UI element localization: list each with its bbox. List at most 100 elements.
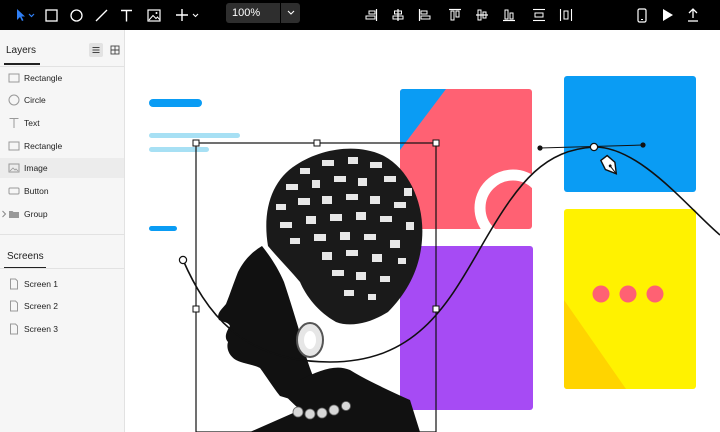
resize-handle-top-left (192, 139, 200, 147)
distribute-vertical-icon (533, 8, 545, 22)
export-button[interactable] (685, 0, 701, 30)
dot-3 (646, 285, 664, 303)
text-placeholder-line-1[interactable] (149, 133, 240, 138)
align-top-button[interactable] (446, 0, 464, 30)
play-button[interactable] (660, 0, 676, 30)
layer-item-image[interactable]: Image (0, 158, 124, 178)
zoom-control[interactable]: 100% (226, 3, 300, 23)
folder-icon (9, 211, 19, 218)
screens-title: Screens (7, 251, 44, 262)
layer-item-circle[interactable]: Circle (0, 90, 124, 110)
cursor-arrow-icon (17, 9, 35, 21)
screens-divider (0, 268, 124, 269)
screen-label: Screen 3 (24, 324, 59, 334)
align-right-icon (365, 9, 378, 21)
dot-1 (592, 285, 610, 303)
rectangle-icon (8, 73, 20, 83)
rectangle-icon (44, 8, 58, 22)
layer-item-rectangle-2[interactable]: Rectangle (0, 136, 124, 156)
circle-icon (8, 94, 20, 106)
text-icon (9, 118, 19, 128)
layer-item-rectangle[interactable]: Rectangle (0, 68, 124, 88)
grid-icon (110, 45, 120, 55)
layer-label: Text (24, 118, 40, 128)
accent-placeholder-bar[interactable] (149, 226, 177, 231)
bezier-anchor-point (589, 142, 599, 152)
resize-handle-middle-left (192, 305, 200, 313)
plus-icon (176, 9, 199, 21)
blue-card[interactable] (564, 76, 696, 192)
line-tool-button[interactable] (92, 0, 110, 30)
distribute-vertical-button[interactable] (530, 0, 548, 30)
phone-icon (637, 7, 647, 23)
device-preview-button[interactable] (634, 0, 650, 30)
layer-item-text[interactable]: Text (0, 113, 124, 133)
bezier-end-point (178, 255, 188, 265)
layer-item-group[interactable]: Group (0, 204, 124, 224)
portrait-image[interactable] (218, 148, 423, 432)
top-toolbar: 100% (0, 0, 720, 30)
align-left-button[interactable] (416, 0, 434, 30)
layer-item-button[interactable]: Button (0, 181, 124, 201)
list-icon (92, 47, 100, 53)
resize-handle-middle-right (432, 305, 440, 313)
yellow-card[interactable] (564, 209, 696, 389)
text-tool-button[interactable] (117, 0, 135, 30)
screen-label: Screen 2 (24, 301, 59, 311)
grid-view-button[interactable] (108, 43, 122, 57)
distribute-horizontal-icon (559, 9, 573, 21)
design-canvas[interactable] (125, 30, 720, 432)
line-icon (95, 9, 107, 21)
upload-icon (688, 8, 698, 22)
image-icon (147, 8, 161, 22)
zoom-value: 100% (232, 7, 261, 19)
align-center-icon (392, 9, 404, 21)
zoom-dropdown-button[interactable] (280, 3, 301, 23)
align-middle-button[interactable] (473, 0, 491, 30)
screen-item-2[interactable]: Screen 2 (0, 296, 124, 316)
distribute-horizontal-button[interactable] (557, 0, 575, 30)
image-tool-button[interactable] (145, 0, 163, 30)
layer-label: Circle (24, 95, 46, 105)
align-top-icon (449, 8, 461, 21)
page-icon (10, 323, 18, 335)
list-view-button[interactable] (89, 43, 103, 57)
align-center-button[interactable] (389, 0, 407, 30)
layer-label: Button (24, 186, 49, 196)
layers-tab-underline (4, 63, 40, 65)
canvas-artwork (149, 76, 720, 432)
layers-header: Layers (0, 40, 124, 65)
dot-2 (619, 285, 637, 303)
align-right-button[interactable] (362, 0, 380, 30)
bezier-control-handle-left (537, 145, 543, 151)
rectangle-icon (8, 141, 20, 151)
rectangle-tool-button[interactable] (42, 0, 60, 30)
align-bottom-icon (503, 9, 515, 22)
layers-title: Layers (6, 45, 37, 56)
resize-handle-top-center (313, 139, 321, 147)
chevron-right-icon[interactable] (1, 210, 7, 218)
screen-item-1[interactable]: Screen 1 (0, 274, 124, 294)
ellipse-tool-button[interactable] (67, 0, 85, 30)
align-left-icon (418, 9, 431, 21)
layer-label: Rectangle (24, 73, 63, 83)
resize-handle-top-right (432, 139, 440, 147)
screen-item-3[interactable]: Screen 3 (0, 319, 124, 339)
text-icon (120, 9, 132, 21)
layers-divider (0, 66, 124, 67)
circle-icon (69, 8, 83, 22)
screen-label: Screen 1 (24, 279, 59, 289)
text-placeholder-line-2[interactable] (149, 147, 209, 152)
play-icon (663, 9, 673, 21)
layer-label: Rectangle (24, 141, 63, 151)
coral-card[interactable] (400, 89, 546, 241)
page-icon (10, 278, 18, 290)
align-middle-icon (476, 9, 488, 21)
sidebar: Layers Rectangle Circle Text Rectangle I… (0, 30, 125, 432)
select-tool-button[interactable] (12, 0, 38, 30)
page-icon (10, 300, 18, 312)
heading-placeholder-bar[interactable] (149, 99, 202, 107)
layer-label: Image (24, 163, 48, 173)
align-bottom-button[interactable] (500, 0, 518, 30)
add-tool-button[interactable] (174, 0, 204, 30)
